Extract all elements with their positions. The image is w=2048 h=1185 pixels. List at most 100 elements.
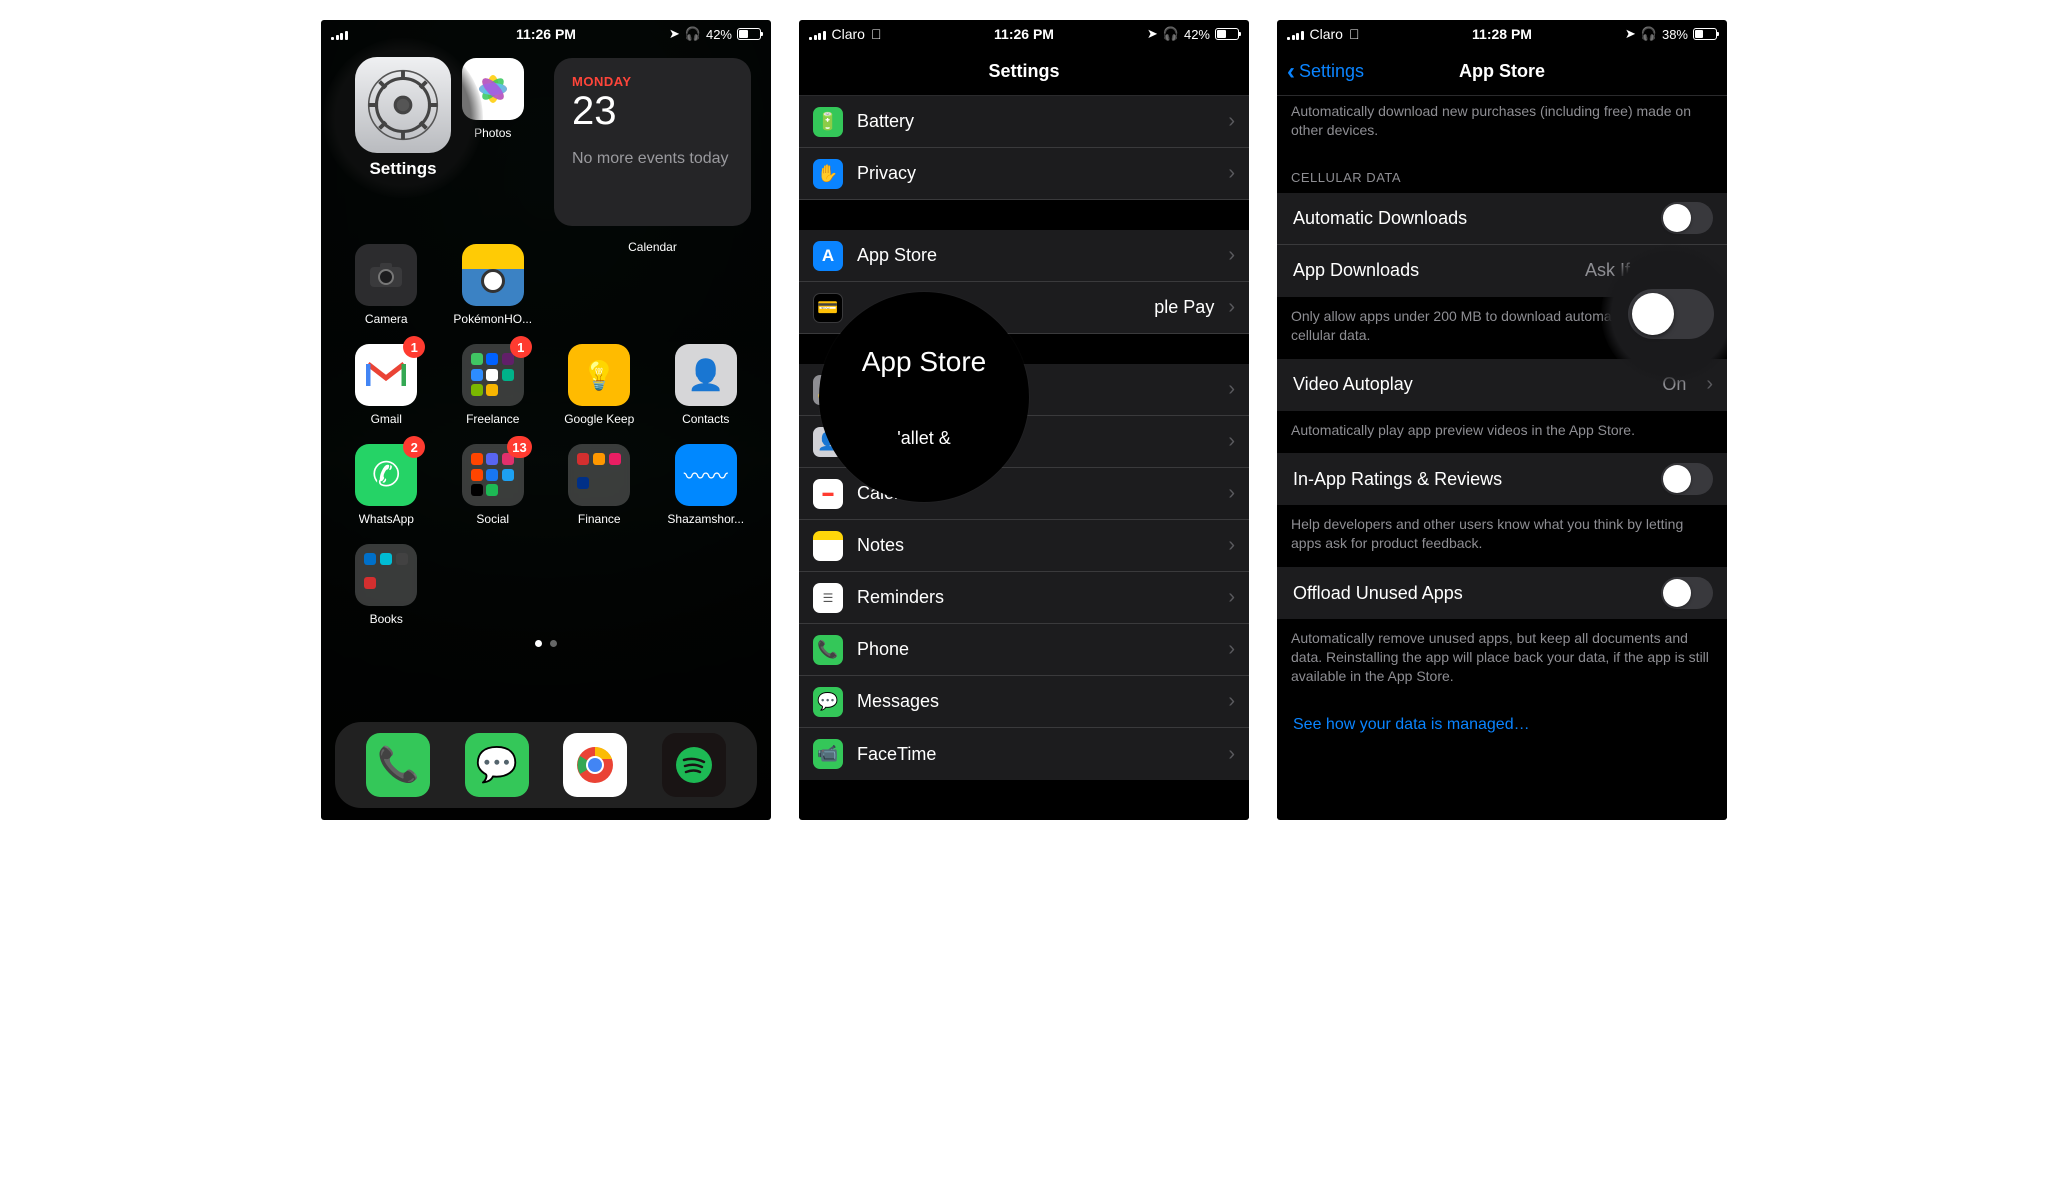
signal-bars-icon <box>809 29 826 40</box>
calendar-widget[interactable]: MONDAY 23 No more events today <box>554 58 751 226</box>
settings-list[interactable]: 🔋 Battery › ✋ Privacy › A App Store › 💳 … <box>799 96 1249 818</box>
row-notes[interactable]: Notes › <box>799 520 1249 572</box>
lightbulb-icon: 💡 <box>582 359 617 392</box>
headphones-icon: 🎧 <box>1163 26 1179 42</box>
offload-sub: Automatically remove unused apps, but ke… <box>1277 619 1727 700</box>
row-reminders[interactable]: ☰ Reminders › <box>799 572 1249 624</box>
appstore-focus-label: App Store <box>862 346 987 378</box>
battery-icon <box>737 28 761 40</box>
chrome-icon <box>574 744 616 786</box>
back-label: Settings <box>1299 61 1364 82</box>
books-folder[interactable]: Books <box>341 544 432 626</box>
row-auto-downloads[interactable]: Automatic Downloads <box>1277 193 1727 245</box>
row-phone[interactable]: 📞 Phone › <box>799 624 1249 676</box>
calendar-icon: ▬ <box>813 479 843 509</box>
chevron-left-icon: ‹ <box>1287 58 1295 86</box>
navbar: ‹ Settings App Store <box>1277 48 1727 96</box>
video-icon: 📹 <box>813 739 843 769</box>
finance-label: Finance <box>578 512 621 526</box>
chevron-right-icon: › <box>1228 743 1235 766</box>
settings-label: Settings <box>369 159 436 179</box>
dock-messages[interactable]: 💬 <box>465 733 529 797</box>
screen-3-appstore: Claro 􀙇 11:28 PM ➤ 🎧 38% ‹ Settings App … <box>1277 20 1727 820</box>
dock-chrome[interactable] <box>563 733 627 797</box>
toggle-auto-downloads[interactable] <box>1661 202 1713 234</box>
row-offload[interactable]: Offload Unused Apps <box>1277 567 1727 619</box>
social-folder[interactable]: 13 Social <box>448 444 539 526</box>
location-icon: ➤ <box>669 26 680 42</box>
finance-folder[interactable]: Finance <box>554 444 645 526</box>
row-label: Battery <box>857 111 1214 132</box>
manage-data-link[interactable]: See how your data is managed… <box>1277 700 1727 750</box>
status-bar: Claro 􀙇 11:28 PM ➤ 🎧 38% <box>1277 20 1727 48</box>
settings-app-icon[interactable] <box>355 57 451 153</box>
gmail-app[interactable]: 1 Gmail <box>341 344 432 426</box>
chevron-right-icon: › <box>1228 534 1235 557</box>
section-header-cellular: CELLULAR DATA <box>1277 154 1727 193</box>
wallet-icon: 💳 <box>813 293 843 323</box>
speech-icon: 💬 <box>476 745 518 785</box>
toggle-ratings[interactable] <box>1661 463 1713 495</box>
toggle-offload[interactable] <box>1661 577 1713 609</box>
row-battery[interactable]: 🔋 Battery › <box>799 96 1249 148</box>
back-button[interactable]: ‹ Settings <box>1287 58 1364 86</box>
whatsapp-app[interactable]: ✆2 WhatsApp <box>341 444 432 526</box>
status-time: 11:26 PM <box>994 26 1054 42</box>
dock: 📞 💬 <box>335 722 757 808</box>
status-time: 11:26 PM <box>516 26 576 42</box>
pokemon-app[interactable]: PokémonHO... <box>448 244 539 326</box>
headphones-icon: 🎧 <box>685 26 701 42</box>
big-toggle[interactable] <box>1628 289 1714 339</box>
battery-row-icon: 🔋 <box>813 107 843 137</box>
row-privacy[interactable]: ✋ Privacy › <box>799 148 1249 200</box>
contacts-app[interactable]: 👤 Contacts <box>661 344 752 426</box>
spotify-icon <box>674 745 714 785</box>
keep-app[interactable]: 💡 Google Keep <box>554 344 645 426</box>
page-indicator[interactable] <box>321 640 771 647</box>
camera-icon <box>368 261 404 289</box>
dock-spotify[interactable] <box>662 733 726 797</box>
chevron-right-icon: › <box>1228 244 1235 267</box>
folder-icon <box>471 453 515 497</box>
chevron-right-icon: › <box>1228 296 1235 319</box>
badge: 1 <box>403 336 425 358</box>
widget-date: 23 <box>572 91 733 131</box>
row-label: In-App Ratings & Reviews <box>1293 469 1647 490</box>
signal-bars-icon <box>331 29 348 40</box>
ratings-sub: Help developers and other users know wha… <box>1277 505 1727 567</box>
carrier-label: Claro <box>1310 26 1343 42</box>
pokemon-label: PokémonHO... <box>453 312 532 326</box>
badge: 2 <box>403 436 425 458</box>
row-label: Video Autoplay <box>1293 374 1648 395</box>
appstore-row-icon: A <box>813 241 843 271</box>
row-label: App Store <box>857 245 1214 266</box>
books-label: Books <box>370 612 403 626</box>
dock-phone[interactable]: 📞 <box>366 733 430 797</box>
row-label: Offload Unused Apps <box>1293 583 1647 604</box>
badge: 13 <box>507 436 531 458</box>
folder-icon <box>577 453 621 497</box>
camera-app[interactable]: Camera <box>341 244 432 326</box>
row-label: Automatic Downloads <box>1293 208 1647 229</box>
envelope-icon <box>366 360 406 390</box>
row-messages[interactable]: 💬 Messages › <box>799 676 1249 728</box>
freelance-folder[interactable]: 1 Freelance <box>448 344 539 426</box>
folder-icon <box>364 553 408 597</box>
chevron-right-icon: › <box>1228 638 1235 661</box>
row-ratings[interactable]: In-App Ratings & Reviews <box>1277 453 1727 505</box>
row-appstore[interactable]: A App Store › <box>799 230 1249 282</box>
top-sub: Automatically download new purchases (in… <box>1277 96 1727 154</box>
shazam-app[interactable]: 〰〰 Shazamshor... <box>661 444 752 526</box>
battery-pct: 38% <box>1662 27 1688 42</box>
video-sub: Automatically play app preview videos in… <box>1277 411 1727 454</box>
chevron-right-icon: › <box>1228 586 1235 609</box>
folder-icon <box>471 353 515 397</box>
freelance-label: Freelance <box>466 412 519 426</box>
list-icon: ☰ <box>813 583 843 613</box>
screen-2-settings: Claro 􀙇 11:26 PM ➤ 🎧 42% Settings 🔋 Batt… <box>799 20 1249 820</box>
row-label: Reminders <box>857 587 1214 608</box>
row-facetime[interactable]: 📹 FaceTime › <box>799 728 1249 780</box>
appstore-settings-list[interactable]: Automatically download new purchases (in… <box>1277 96 1727 818</box>
signal-bars-icon <box>1287 29 1304 40</box>
waveform-icon: 〰〰 <box>684 459 728 491</box>
